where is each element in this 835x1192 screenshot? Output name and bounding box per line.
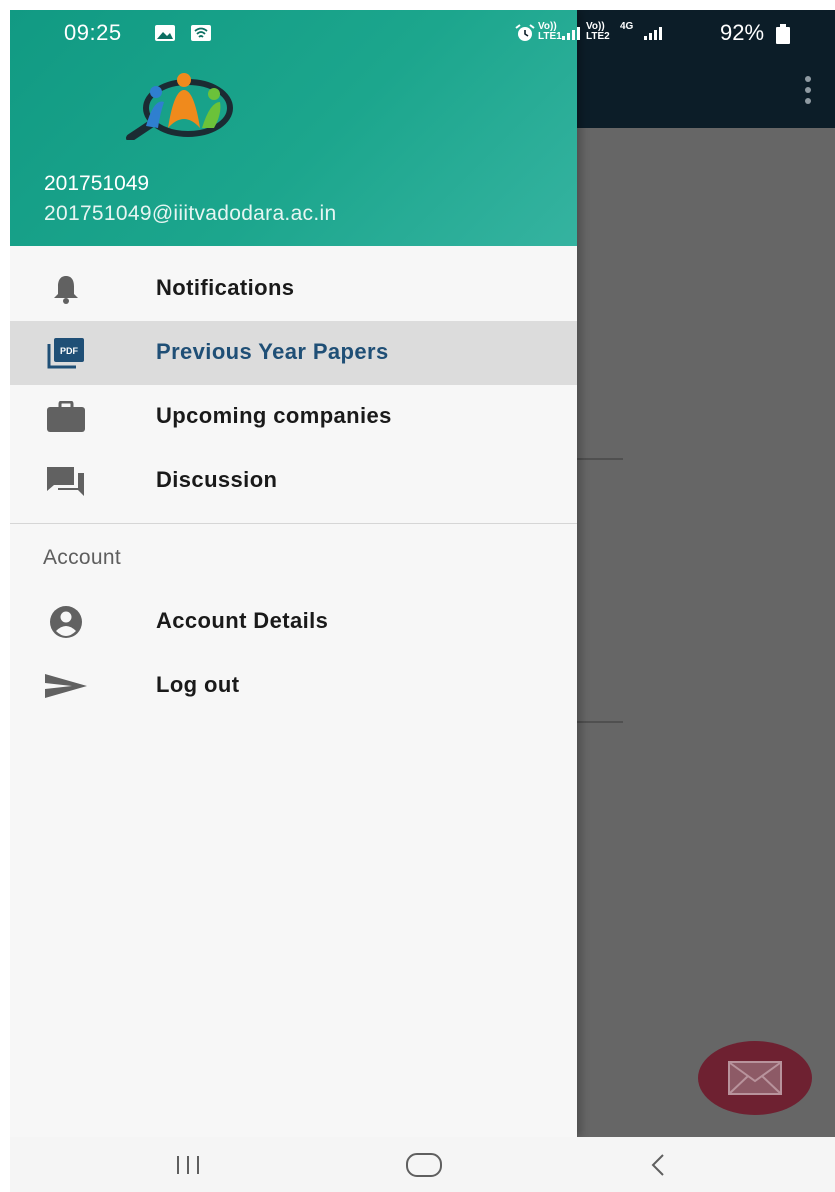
content-divider <box>577 721 623 723</box>
bell-icon <box>44 271 88 307</box>
signal-icon <box>562 26 580 40</box>
phone-screen: 201751049 201751049@iiitvadodara.ac.in N… <box>10 10 835 1192</box>
user-id: 201751049 <box>44 172 150 195</box>
drawer-item-previous-year-papers[interactable]: PDF Previous Year Papers <box>10 321 577 385</box>
back-icon <box>651 1153 664 1176</box>
system-navigation-bar <box>10 1137 835 1192</box>
drawer-item-label: Previous Year Papers <box>156 339 389 364</box>
drawer-item-label: Log out <box>156 672 240 697</box>
account-circle-icon <box>44 604 88 640</box>
image-icon <box>155 25 175 41</box>
compose-fab[interactable] <box>698 1041 812 1115</box>
drawer-item-label: Notifications <box>156 275 295 300</box>
drawer-item-log-out[interactable]: Log out <box>10 654 577 718</box>
network-type-label: 4G <box>620 21 634 32</box>
drawer-item-label: Discussion <box>156 467 278 492</box>
drawer-item-notifications[interactable]: Notifications <box>10 257 577 321</box>
drawer-item-discussion[interactable]: Discussion <box>10 449 577 513</box>
content-divider <box>577 458 623 460</box>
briefcase-icon <box>44 399 88 435</box>
user-email: 201751049@iiitvadodara.ac.in <box>44 202 337 225</box>
recents-icon <box>177 1155 199 1174</box>
signal-icon <box>644 26 662 40</box>
recents-button[interactable] <box>148 1137 228 1192</box>
alarm-icon <box>515 24 535 41</box>
back-button[interactable] <box>618 1137 698 1192</box>
navigation-drawer: 201751049 201751049@iiitvadodara.ac.in N… <box>10 10 577 1137</box>
sim2-volte-label: Vo)) LTE2 <box>586 21 610 42</box>
home-icon <box>406 1152 442 1177</box>
battery-icon <box>776 24 790 44</box>
home-button[interactable] <box>384 1137 464 1192</box>
overflow-menu-icon[interactable] <box>803 76 813 104</box>
drawer-item-account-details[interactable]: Account Details <box>10 590 577 654</box>
status-time: 09:25 <box>64 20 122 45</box>
send-icon <box>44 668 88 704</box>
forum-icon <box>44 463 88 499</box>
drawer-item-label: Upcoming companies <box>156 403 392 428</box>
status-bar: 09:25 Vo)) LTE1 Vo)) LTE2 4G 92% <box>10 10 835 54</box>
mail-icon <box>728 1061 782 1095</box>
drawer-item-upcoming-companies[interactable]: Upcoming companies <box>10 385 577 449</box>
pdf-icon: PDF <box>44 335 88 371</box>
wifi-icon <box>191 25 211 41</box>
svg-text:PDF: PDF <box>60 346 79 356</box>
drawer-divider <box>10 523 577 524</box>
drawer-item-label: Account Details <box>156 608 329 633</box>
battery-percentage: 92% <box>720 20 765 45</box>
section-header-account: Account <box>43 546 121 569</box>
sim1-volte-label: Vo)) LTE1 <box>538 21 562 42</box>
app-logo <box>126 73 233 140</box>
